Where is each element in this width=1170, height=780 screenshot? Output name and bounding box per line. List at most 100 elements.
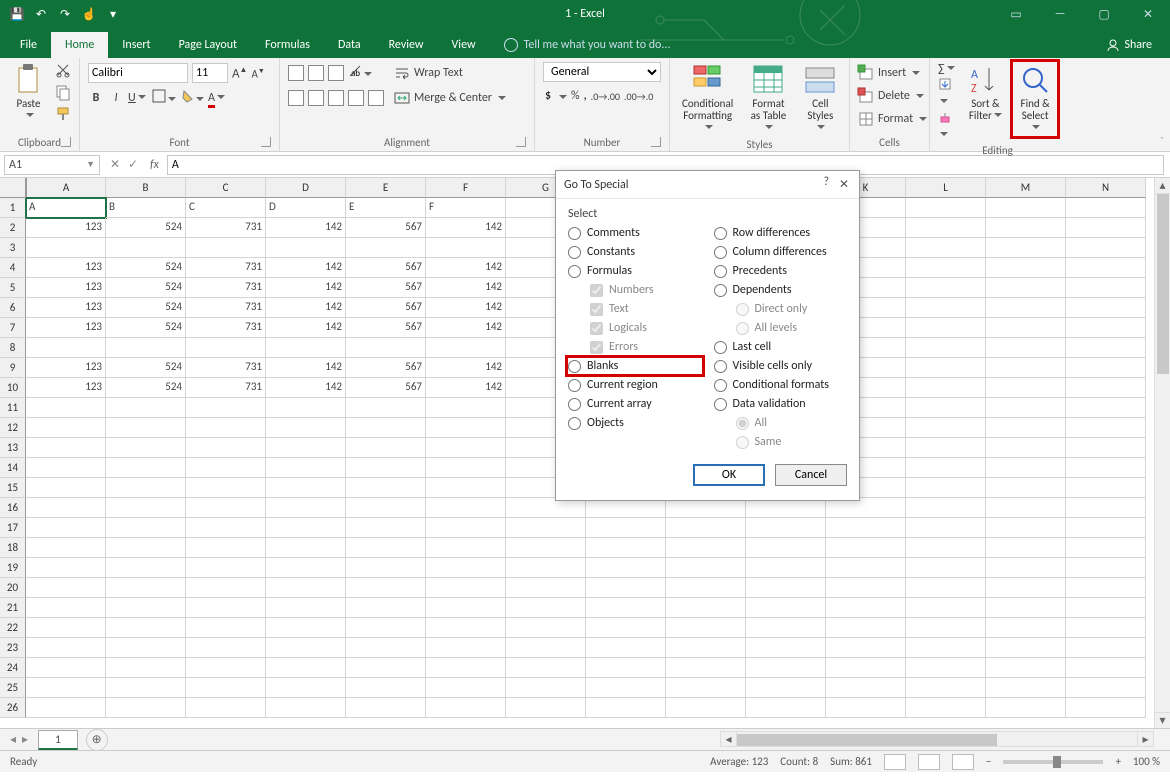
cell[interactable] — [506, 498, 586, 518]
cell[interactable] — [906, 258, 986, 278]
cell[interactable]: 123 — [26, 278, 106, 298]
cell[interactable] — [986, 258, 1066, 278]
cell[interactable] — [106, 458, 186, 478]
cell[interactable] — [186, 498, 266, 518]
cell[interactable] — [1066, 578, 1146, 598]
cell[interactable] — [266, 678, 346, 698]
cell[interactable] — [266, 558, 346, 578]
new-sheet-button[interactable]: ⊕ — [86, 729, 108, 751]
enter-formula-icon[interactable]: ✓ — [128, 157, 138, 172]
cancel-button[interactable]: Cancel — [775, 464, 847, 486]
cell[interactable] — [106, 658, 186, 678]
cell[interactable] — [186, 598, 266, 618]
autosum-icon[interactable]: ∑ — [938, 62, 958, 76]
cell[interactable]: 567 — [346, 358, 426, 378]
row-header[interactable]: 23 — [0, 638, 26, 658]
cell[interactable] — [266, 538, 346, 558]
select-all-button[interactable] — [0, 178, 26, 198]
radio-comments[interactable] — [568, 227, 581, 240]
cell[interactable] — [266, 478, 346, 498]
cell[interactable] — [506, 698, 586, 718]
cell[interactable] — [1066, 398, 1146, 418]
cell[interactable] — [986, 378, 1066, 398]
cell[interactable] — [186, 538, 266, 558]
cell[interactable] — [1066, 598, 1146, 618]
cell[interactable] — [346, 538, 426, 558]
cell[interactable] — [186, 678, 266, 698]
column-header[interactable]: C — [186, 178, 266, 198]
cell[interactable]: B — [106, 198, 186, 218]
number-format-select[interactable]: General — [543, 62, 661, 82]
dialog-launcher-icon[interactable] — [516, 137, 526, 147]
tell-me-search[interactable]: Tell me what you want to do... — [504, 38, 671, 58]
align-center-icon[interactable] — [308, 90, 324, 106]
cell[interactable] — [666, 658, 746, 678]
fill-color-button[interactable] — [180, 89, 204, 107]
row-header[interactable]: 25 — [0, 678, 26, 698]
tab-review[interactable]: Review — [375, 32, 438, 58]
cell[interactable] — [426, 238, 506, 258]
save-icon[interactable]: 💾 — [8, 5, 26, 23]
column-header[interactable]: D — [266, 178, 346, 198]
cell[interactable]: 142 — [266, 318, 346, 338]
cell[interactable] — [906, 238, 986, 258]
row-header[interactable]: 14 — [0, 458, 26, 478]
cell[interactable]: 123 — [26, 358, 106, 378]
cell[interactable] — [986, 598, 1066, 618]
cell[interactable]: 731 — [186, 358, 266, 378]
cell[interactable]: 731 — [186, 298, 266, 318]
cell[interactable] — [266, 338, 346, 358]
cell[interactable] — [1066, 238, 1146, 258]
minimize-icon[interactable]: — — [1038, 0, 1082, 28]
copy-icon[interactable] — [55, 84, 71, 104]
cell[interactable]: 524 — [106, 298, 186, 318]
cell[interactable] — [26, 638, 106, 658]
cell[interactable] — [826, 658, 906, 678]
cell[interactable]: 142 — [426, 298, 506, 318]
tab-page-layout[interactable]: Page Layout — [165, 32, 251, 58]
conditional-formatting-button[interactable]: Conditional Formatting — [678, 62, 737, 136]
horizontal-scrollbar[interactable]: ◂ ▸ — [720, 731, 1154, 747]
radio-data-validation[interactable] — [714, 398, 727, 411]
cell[interactable] — [346, 338, 426, 358]
row-header[interactable]: 10 — [0, 378, 26, 398]
cell[interactable] — [906, 658, 986, 678]
cell[interactable] — [906, 318, 986, 338]
cell[interactable] — [746, 638, 826, 658]
cancel-formula-icon[interactable]: ✕ — [110, 157, 120, 172]
cell[interactable] — [586, 538, 666, 558]
cell[interactable] — [426, 418, 506, 438]
redo-icon[interactable]: ↷ — [56, 5, 74, 23]
cell[interactable] — [266, 458, 346, 478]
dialog-titlebar[interactable]: Go To Special ? ✕ — [556, 171, 859, 199]
option-visible-cells-only[interactable]: Visible cells only — [714, 358, 848, 374]
cell[interactable]: 142 — [426, 218, 506, 238]
cell[interactable] — [826, 518, 906, 538]
bold-button[interactable]: B — [88, 91, 104, 105]
cell[interactable] — [666, 498, 746, 518]
row-header[interactable]: 9 — [0, 358, 26, 378]
cell[interactable] — [1066, 558, 1146, 578]
zoom-slider[interactable] — [1003, 760, 1103, 764]
cell[interactable] — [426, 678, 506, 698]
radio-current-region[interactable] — [568, 379, 581, 392]
cell[interactable] — [106, 698, 186, 718]
column-header[interactable]: F — [426, 178, 506, 198]
cell[interactable] — [746, 578, 826, 598]
row-header[interactable]: 24 — [0, 658, 26, 678]
cell[interactable] — [986, 358, 1066, 378]
cell[interactable] — [826, 498, 906, 518]
cell[interactable] — [906, 398, 986, 418]
cell[interactable]: 524 — [106, 378, 186, 398]
cell[interactable] — [746, 518, 826, 538]
cell[interactable] — [506, 658, 586, 678]
cell[interactable] — [986, 218, 1066, 238]
cell[interactable]: 142 — [266, 218, 346, 238]
cell[interactable] — [1066, 418, 1146, 438]
tab-home[interactable]: Home — [51, 32, 108, 58]
row-header[interactable]: 5 — [0, 278, 26, 298]
cell[interactable] — [346, 658, 426, 678]
cell[interactable] — [266, 238, 346, 258]
cell[interactable] — [1066, 318, 1146, 338]
vscroll-thumb[interactable] — [1157, 194, 1169, 374]
